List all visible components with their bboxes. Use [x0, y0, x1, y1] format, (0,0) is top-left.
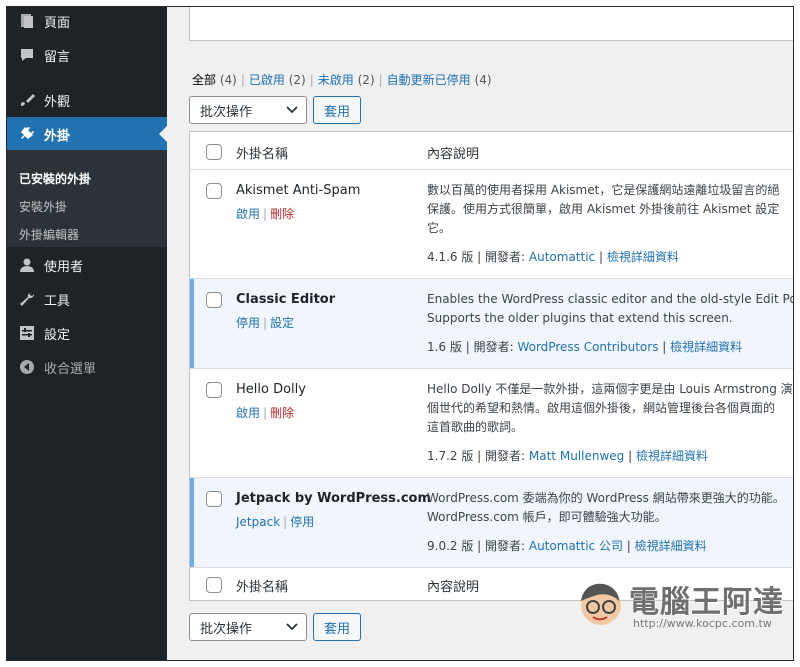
plugin-name: Classic Editor [236, 292, 336, 307]
apply-button[interactable]: 套用 [313, 96, 361, 124]
plugin-description: 數以百萬的使用者採用 Akismet，它是保護網站遠離垃圾留言的絕 保護。使用方… [427, 183, 780, 235]
user-icon [17, 257, 37, 273]
sidebar-item-users[interactable]: 使用者 [7, 248, 167, 282]
page-icon [17, 13, 37, 29]
settings-link[interactable]: 設定 [270, 316, 294, 330]
sidebar-item-label: 外觀 [44, 94, 71, 110]
chevron-down-icon [286, 620, 298, 635]
wrench-icon [17, 291, 37, 307]
top-panel [189, 7, 793, 41]
activate-link[interactable]: 啟用 [236, 207, 260, 221]
view-details-link[interactable]: 檢視詳細資料 [636, 449, 708, 463]
sidebar-item-appearance[interactable]: 外觀 [7, 83, 167, 117]
table-header: 外掛名稱 內容說明 [190, 132, 793, 170]
plugin-meta: 1.7.2 版 | 開發者: Matt Mullenweg | 檢視詳細資料 [427, 449, 708, 463]
plugin-name: Akismet Anti-Spam [236, 183, 361, 198]
author-link[interactable]: Matt Mullenweg [529, 449, 624, 463]
bulk-actions-top: 批次操作 套用 [189, 95, 361, 125]
bulk-actions-bottom: 批次操作 套用 [189, 612, 361, 642]
plugin-name: Jetpack by WordPress.com [236, 491, 432, 506]
table-row: Classic Editor 停用 | 設定 Enables the WordPre… [190, 279, 794, 369]
view-details-link[interactable]: 檢視詳細資料 [670, 340, 742, 354]
sidebar-item-label: 頁面 [44, 15, 71, 31]
watermark-title: 電腦王阿達 [629, 585, 784, 620]
table-row: Akismet Anti-Spam 啟用 | 刪除 數以百萬的使用者採用 Akism… [190, 170, 793, 279]
sidebar-item-comments[interactable]: 留言 [7, 38, 167, 72]
row-checkbox[interactable] [206, 491, 222, 507]
filter-active[interactable]: 已啟用 (2) [249, 73, 306, 87]
paintbrush-icon [17, 92, 37, 108]
column-description: 內容說明 [427, 147, 480, 162]
row-actions: Jetpack | 停用 [236, 515, 315, 529]
sidebar-item-label: 設定 [44, 327, 71, 343]
view-details-link[interactable]: 檢視詳細資料 [607, 250, 679, 264]
collapse-arrow-icon [17, 359, 37, 375]
settings-icon [17, 325, 37, 341]
bulk-action-select[interactable]: 批次操作 [189, 96, 307, 124]
delete-link[interactable]: 刪除 [270, 207, 294, 221]
plugin-meta: 1.6 版 | 開發者: WordPress Contributors | 檢視… [427, 340, 743, 354]
row-actions: 停用 | 設定 [236, 316, 295, 330]
column-description: 內容說明 [427, 580, 480, 595]
row-actions: 啟用 | 刪除 [236, 406, 295, 420]
chevron-down-icon [286, 103, 298, 118]
row-checkbox[interactable] [206, 292, 222, 308]
filter-inactive[interactable]: 未啟用 (2) [318, 73, 375, 87]
view-details-link[interactable]: 檢視詳細資料 [635, 539, 707, 553]
sidebar-item-label: 收合選單 [44, 361, 97, 377]
row-actions: 啟用 | 刪除 [236, 207, 295, 221]
column-plugin-name[interactable]: 外掛名稱 [236, 143, 288, 162]
sidebar-item-tools[interactable]: 工具 [7, 282, 167, 316]
delete-link[interactable]: 刪除 [270, 406, 294, 420]
comment-icon [17, 47, 37, 63]
plugin-name: Hello Dolly [236, 382, 306, 397]
plugins-table: 外掛名稱 內容說明 Akismet Anti-Spam 啟用 | 刪除 數以百萬的使… [189, 131, 794, 601]
submenu-installed-plugins[interactable]: 已安裝的外掛 [19, 170, 91, 187]
admin-sidebar: 頁面 留言 外觀 外掛 已安裝的外掛 安裝外掛 外掛編輯器 使用者 工具 設定 … [7, 7, 167, 660]
sidebar-item-label: 使用者 [44, 259, 84, 275]
sidebar-item-pages[interactable]: 頁面 [7, 7, 167, 38]
plugin-status-filters: 全部 (4) | 已啟用 (2) | 未啟用 (2) | 自動更新已停用 (4) [192, 73, 492, 87]
plugin-description: WordPress.com 委端為你的 WordPress 網站帶來更強大的功能… [427, 491, 785, 524]
active-indicator [159, 126, 167, 142]
plugin-meta: 9.0.2 版 | 開發者: Automattic 公司 | 檢視詳細資料 [427, 539, 707, 553]
plugins-submenu: 已安裝的外掛 安裝外掛 外掛編輯器 [7, 150, 167, 247]
submenu-add-plugin[interactable]: 安裝外掛 [19, 198, 67, 215]
browser-frame: 頁面 留言 外觀 外掛 已安裝的外掛 安裝外掛 外掛編輯器 使用者 工具 設定 … [6, 6, 794, 661]
column-plugin-name[interactable]: 外掛名稱 [236, 576, 288, 595]
sidebar-item-settings[interactable]: 設定 [7, 316, 167, 350]
table-row: Jetpack by WordPress.com Jetpack | 停用 Word… [190, 478, 793, 568]
row-checkbox[interactable] [206, 382, 222, 398]
sidebar-item-label: 留言 [44, 49, 71, 65]
sidebar-item-label: 工具 [44, 293, 71, 309]
watermark-url: http://www.kocpc.com.tw [633, 617, 772, 630]
table-row: Hello Dolly 啟用 | 刪除 Hello Dolly 不僅是一款外掛，這兩… [190, 369, 793, 478]
filter-all[interactable]: 全部 (4) [192, 73, 237, 87]
row-checkbox[interactable] [206, 183, 222, 199]
author-link[interactable]: Automattic [529, 250, 595, 264]
select-all-checkbox[interactable] [206, 577, 222, 593]
apply-button[interactable]: 套用 [313, 613, 361, 641]
bulk-action-select[interactable]: 批次操作 [189, 613, 307, 641]
plugin-description: Enables the WordPress classic editor and… [427, 292, 794, 325]
author-link[interactable]: Automattic 公司 [529, 539, 623, 553]
sidebar-item-plugins[interactable]: 外掛 [7, 117, 167, 151]
watermark: 電腦王阿達 http://www.kocpc.com.tw [573, 573, 793, 639]
activate-link[interactable]: 啟用 [236, 406, 260, 420]
plugin-meta: 4.1.6 版 | 開發者: Automattic | 檢視詳細資料 [427, 250, 679, 264]
jetpack-link[interactable]: Jetpack [236, 515, 280, 529]
collapse-menu-button[interactable]: 收合選單 [7, 350, 167, 384]
mascot-logo-icon [581, 583, 621, 625]
filter-autoupdate-disabled[interactable]: 自動更新已停用 (4) [387, 73, 492, 87]
deactivate-link[interactable]: 停用 [290, 515, 314, 529]
author-link[interactable]: WordPress Contributors [517, 340, 658, 354]
plugin-description: Hello Dolly 不僅是一款外掛，這兩個字更是由 Louis Armstr… [427, 382, 793, 434]
sidebar-item-label: 外掛 [44, 128, 71, 144]
deactivate-link[interactable]: 停用 [236, 316, 260, 330]
plugin-icon [17, 126, 37, 142]
submenu-plugin-editor[interactable]: 外掛編輯器 [19, 226, 79, 243]
select-all-checkbox[interactable] [206, 144, 222, 160]
